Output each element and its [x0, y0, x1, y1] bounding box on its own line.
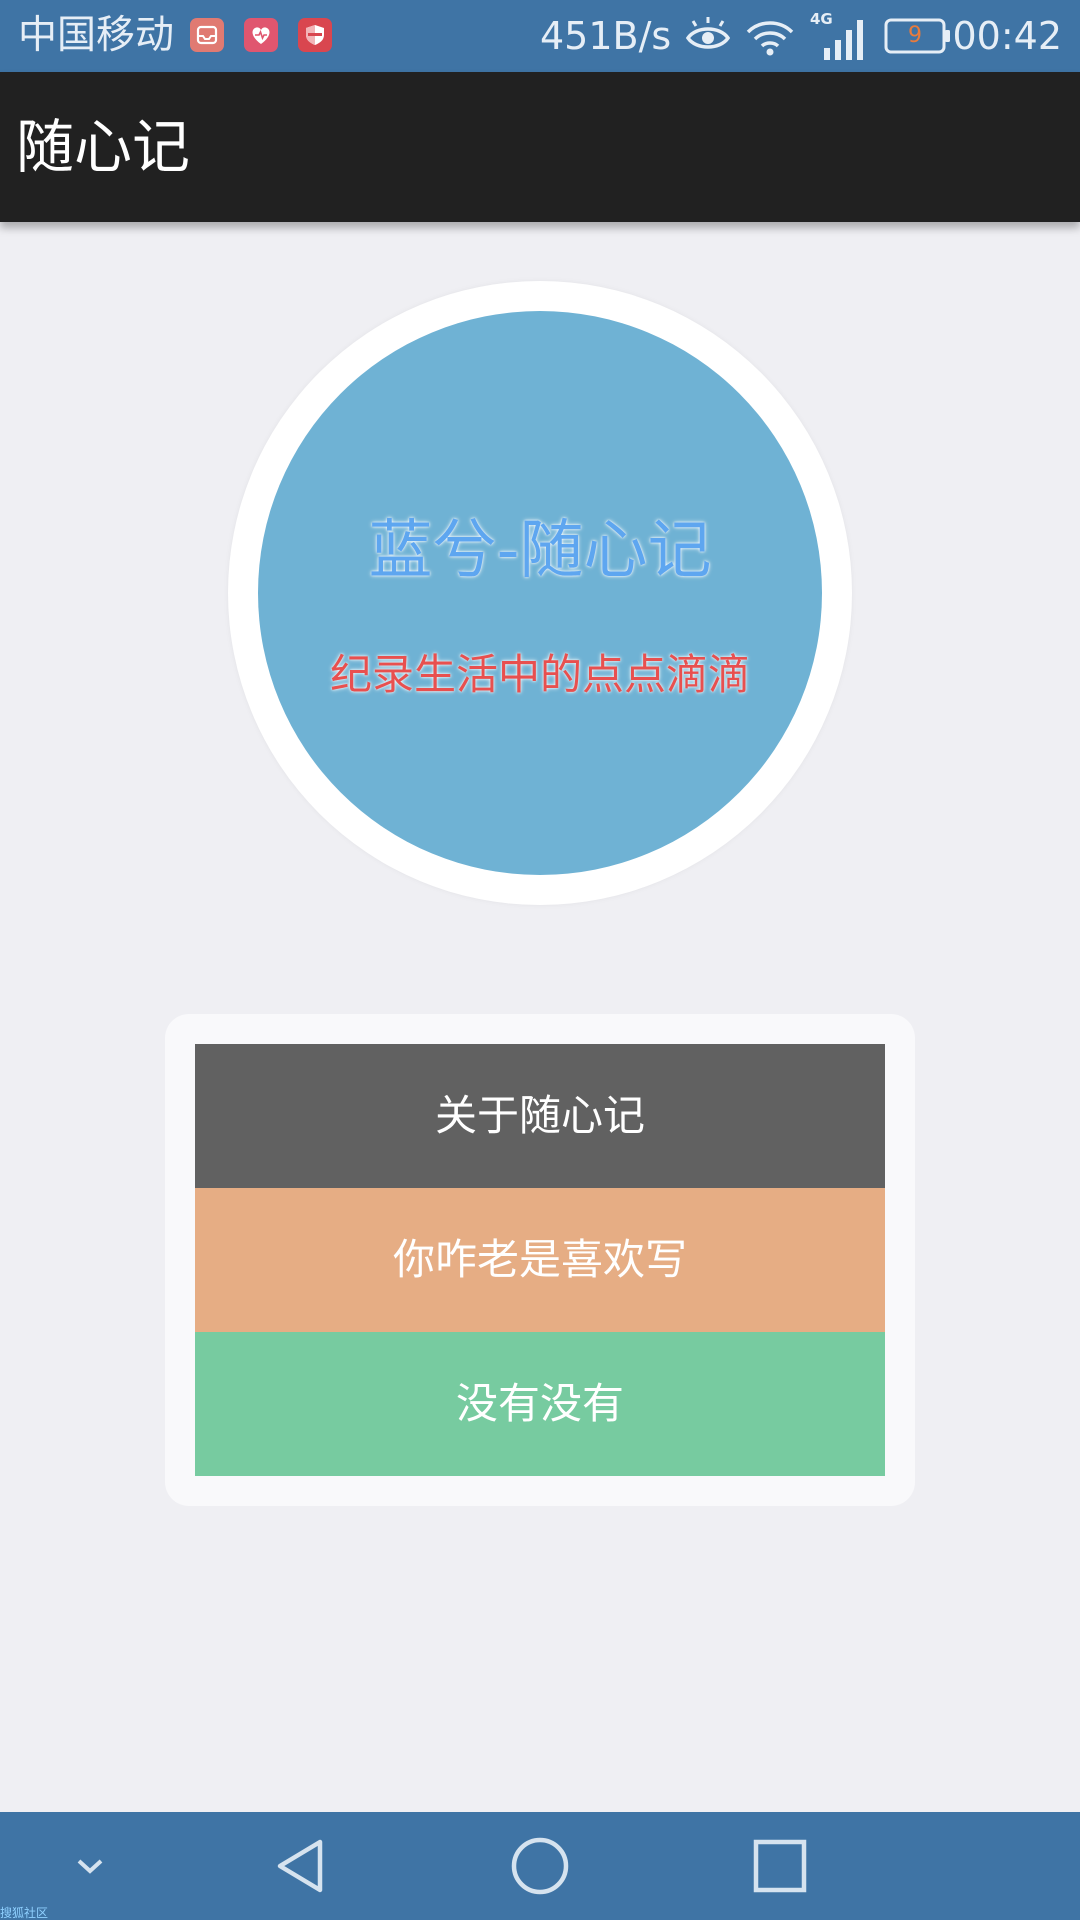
navigation-bar: 搜狐社区: [0, 1812, 1080, 1920]
hero-subtitle: 纪录生活中的点点滴滴: [329, 650, 750, 699]
app-bar: 随心记: [0, 72, 1080, 222]
screen: 中国移动 451B/s 4G 9 00:42 随心记 蓝兮-随心记 纪录生活中的…: [0, 0, 1080, 1920]
wifi-icon: [744, 12, 796, 60]
no-no-button[interactable]: 没有没有: [195, 1332, 885, 1476]
menu-card: 关于随心记 你咋老是喜欢写 没有没有: [165, 1014, 915, 1506]
eye-icon: [684, 12, 732, 60]
status-bar: 中国移动 451B/s 4G 9 00:42: [0, 0, 1080, 72]
inbox-notification-icon: [190, 18, 224, 52]
shield-notification-icon: [298, 18, 332, 52]
hero-circle-ring: 蓝兮-随心记 纪录生活中的点点滴滴: [228, 281, 852, 905]
watermark-label: 搜狐社区: [0, 1906, 49, 1920]
back-icon[interactable]: [250, 1812, 350, 1920]
net-speed-label: 451B/s: [540, 14, 672, 58]
clock-label: 00:42: [952, 14, 1062, 58]
about-button[interactable]: 关于随心记: [195, 1044, 885, 1188]
health-notification-icon: [244, 18, 278, 52]
why-write-button[interactable]: 你咋老是喜欢写: [195, 1188, 885, 1332]
battery-icon: 9: [884, 18, 952, 66]
signal-icon: 4G: [808, 10, 868, 60]
chevron-down-icon[interactable]: [50, 1812, 130, 1920]
hero-circle: 蓝兮-随心记 纪录生活中的点点滴滴: [258, 311, 822, 875]
network-type-label: 4G: [810, 10, 833, 28]
app-title: 随心记: [16, 113, 191, 181]
hero-title: 蓝兮-随心记: [368, 514, 712, 588]
home-icon[interactable]: [490, 1812, 590, 1920]
carrier-label: 中国移动: [18, 13, 175, 58]
recents-icon[interactable]: [730, 1812, 830, 1920]
battery-level-label: 9: [908, 23, 922, 48]
